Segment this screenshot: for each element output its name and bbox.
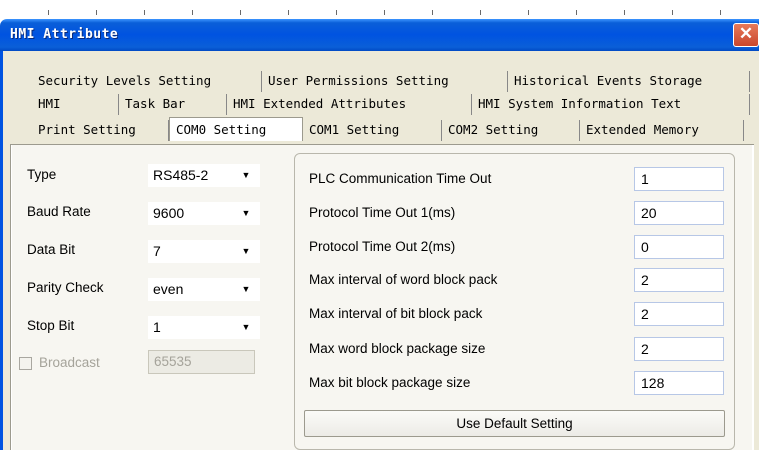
- stop-bit-select[interactable]: 1 ▼: [148, 316, 260, 339]
- ruler-tick: [288, 10, 289, 15]
- use-default-setting-button[interactable]: Use Default Setting: [304, 410, 725, 437]
- bit-interval-label: Max interval of bit block pack: [309, 306, 483, 321]
- chevron-down-icon[interactable]: ▼: [236, 278, 256, 301]
- protocol-timeout-1-value: 20: [641, 205, 657, 221]
- tab-hmi-system-info[interactable]: HMI System Information Text: [472, 94, 750, 115]
- stop-bit-value: 1: [153, 319, 161, 335]
- ruler-tick: [192, 10, 193, 15]
- broadcast-label: Broadcast: [39, 355, 100, 370]
- ruler-tick: [384, 10, 385, 15]
- tab-row-2: HMI Task Bar HMI Extended Attributes HMI…: [32, 94, 750, 115]
- window-title: HMI Attribute: [10, 27, 119, 42]
- ruler-tick: [624, 10, 625, 15]
- tab-row-1: Security Levels Setting User Permissions…: [32, 71, 750, 92]
- bit-size-value: 128: [641, 375, 665, 391]
- tab-com0-setting[interactable]: COM0 Setting: [169, 117, 303, 141]
- plc-timeout-input[interactable]: 1: [634, 167, 724, 191]
- word-size-value: 2: [641, 341, 649, 357]
- bit-size-label: Max bit block package size: [309, 375, 471, 390]
- tab-user-permissions[interactable]: User Permissions Setting: [262, 71, 508, 92]
- tab-task-bar[interactable]: Task Bar: [119, 94, 227, 115]
- parity-check-label: Parity Check: [27, 280, 104, 295]
- tab-com2-setting[interactable]: COM2 Setting: [442, 120, 580, 141]
- bit-interval-input[interactable]: 2: [634, 302, 724, 326]
- ruler-tick: [720, 10, 721, 15]
- bit-size-input[interactable]: 128: [634, 371, 724, 395]
- word-interval-label: Max interval of word block pack: [309, 272, 498, 287]
- data-bit-select[interactable]: 7 ▼: [148, 240, 260, 263]
- plc-timeout-label: PLC Communication Time Out: [309, 171, 492, 186]
- tab-row-3: Print Setting COM0 Setting COM1 Setting …: [32, 117, 744, 141]
- ruler-tick: [432, 10, 433, 15]
- tab-print-setting[interactable]: Print Setting: [32, 120, 169, 141]
- bit-interval-value: 2: [641, 306, 649, 322]
- ruler-tick: [96, 10, 97, 15]
- word-size-input[interactable]: 2: [634, 337, 724, 361]
- protocol-timeout-2-input[interactable]: 0: [634, 235, 724, 259]
- word-interval-value: 2: [641, 272, 649, 288]
- type-label: Type: [27, 167, 57, 182]
- close-button[interactable]: ✕: [733, 23, 759, 47]
- parity-check-value: even: [153, 281, 184, 297]
- tab-hmi[interactable]: HMI: [32, 94, 119, 115]
- baud-rate-value: 9600: [153, 205, 185, 221]
- broadcast-checkbox[interactable]: [19, 357, 32, 370]
- ruler-tick: [672, 10, 673, 15]
- data-bit-value: 7: [153, 243, 161, 259]
- chevron-down-icon[interactable]: ▼: [236, 202, 256, 225]
- broadcast-input[interactable]: 65535: [148, 350, 255, 374]
- tab-hmi-extended[interactable]: HMI Extended Attributes: [227, 94, 472, 115]
- data-bit-label: Data Bit: [27, 242, 76, 257]
- protocol-timeout-1-input[interactable]: 20: [634, 201, 724, 225]
- protocol-timeout-2-label: Protocol Time Out 2(ms): [309, 239, 456, 254]
- tab-com1-setting[interactable]: COM1 Setting: [303, 120, 442, 141]
- tab-historical-events[interactable]: Historical Events Storage: [508, 71, 750, 92]
- broadcast-value: 65535: [154, 354, 192, 369]
- ruler-tick: [336, 10, 337, 15]
- close-icon: ✕: [738, 24, 754, 43]
- ruler-tick: [48, 10, 49, 15]
- protocol-timeout-2-value: 0: [641, 239, 649, 255]
- type-select[interactable]: RS485-2 ▼: [148, 164, 260, 187]
- chevron-down-icon[interactable]: ▼: [236, 240, 256, 263]
- plc-timeout-value: 1: [641, 171, 649, 187]
- ruler-tick: [240, 10, 241, 15]
- tab-extended-memory[interactable]: Extended Memory: [580, 120, 744, 141]
- baud-rate-select[interactable]: 9600 ▼: [148, 202, 260, 225]
- word-size-label: Max word block package size: [309, 341, 486, 356]
- chevron-down-icon[interactable]: ▼: [236, 164, 256, 187]
- ruler-tick: [576, 10, 577, 15]
- chevron-down-icon[interactable]: ▼: [236, 316, 256, 339]
- ruler-tick: [144, 10, 145, 15]
- ruler-tick: [528, 10, 529, 15]
- parity-check-select[interactable]: even ▼: [148, 278, 260, 301]
- baud-rate-label: Baud Rate: [27, 204, 91, 219]
- stop-bit-label: Stop Bit: [27, 318, 75, 333]
- ruler-tick: [480, 10, 481, 15]
- type-value: RS485-2: [153, 167, 209, 183]
- protocol-timeout-1-label: Protocol Time Out 1(ms): [309, 205, 456, 220]
- window-titlebar[interactable]: HMI Attribute ✕: [0, 19, 759, 51]
- word-interval-input[interactable]: 2: [634, 268, 724, 292]
- tab-security-levels[interactable]: Security Levels Setting: [32, 71, 262, 92]
